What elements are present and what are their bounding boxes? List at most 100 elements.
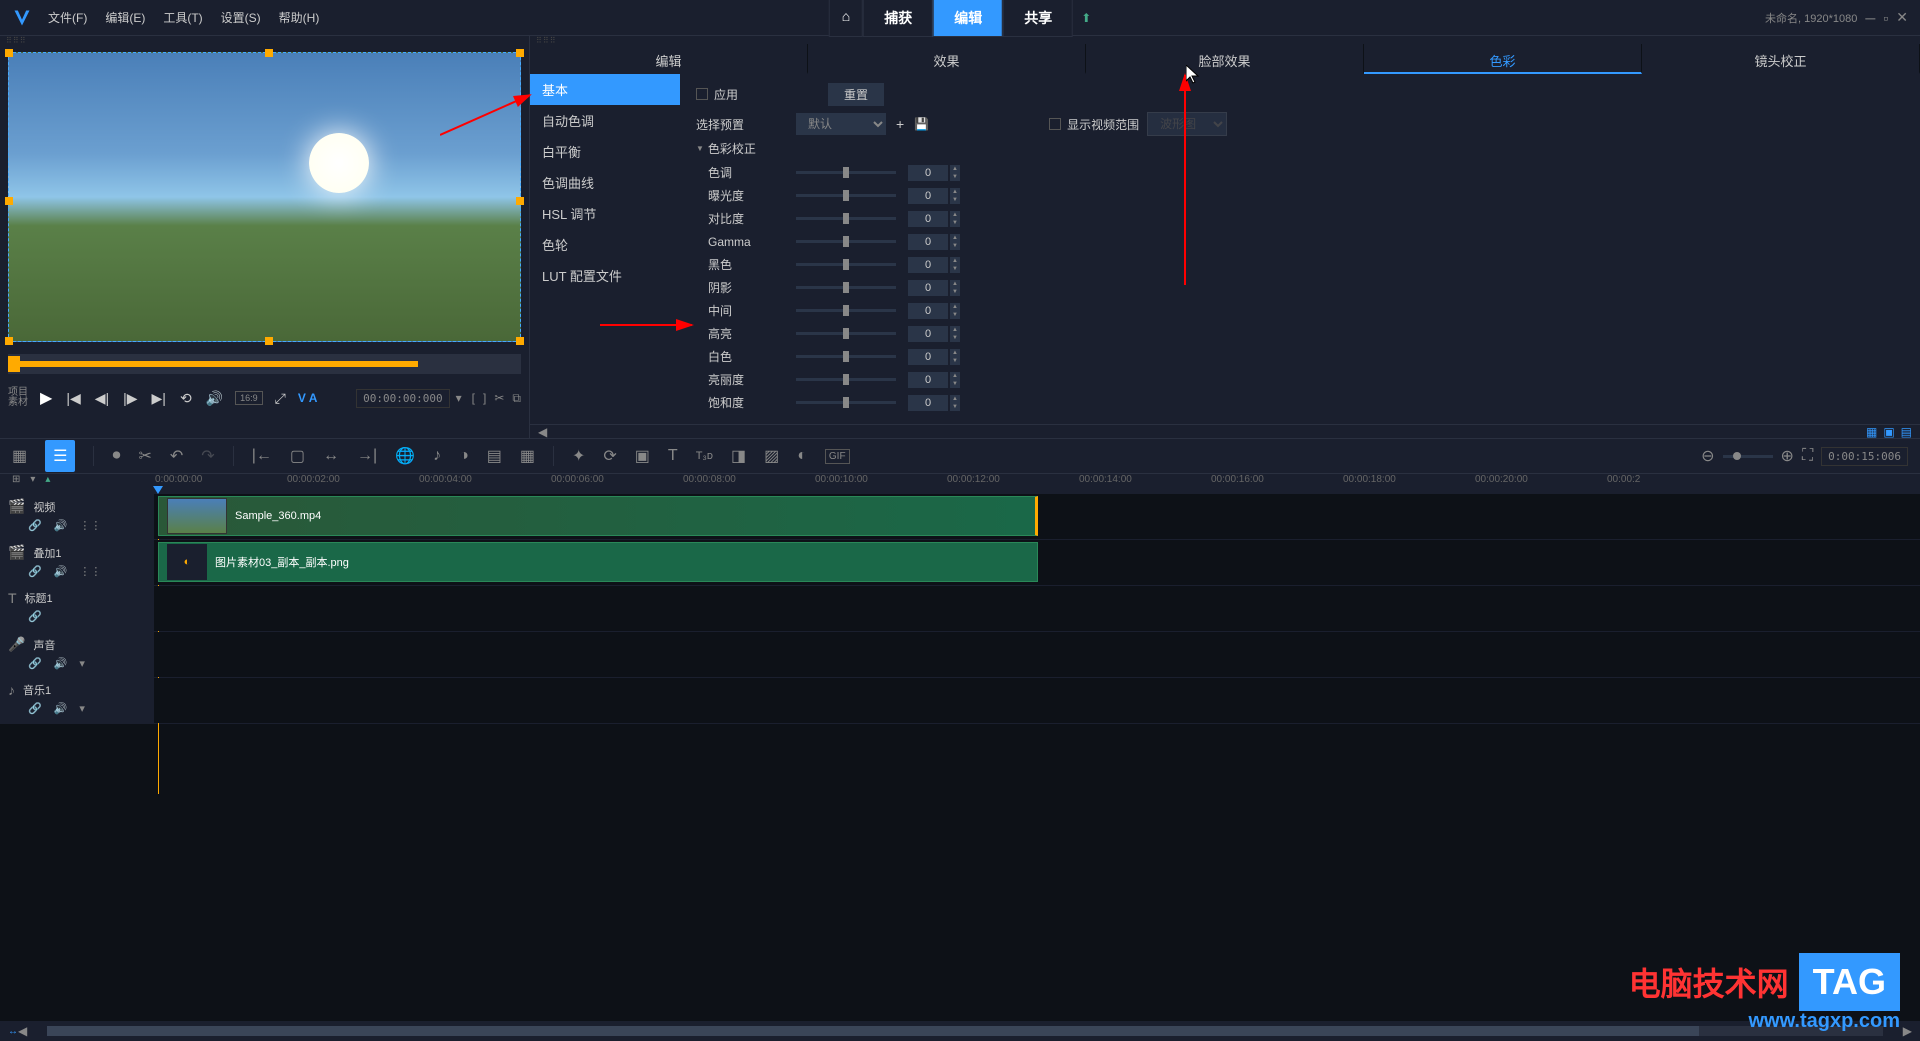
sound-track-content[interactable]	[155, 632, 1920, 677]
mid-value[interactable]: 0	[908, 303, 948, 319]
title-track-content[interactable]	[155, 586, 1920, 631]
mute-icon[interactable]: 🔊	[54, 565, 68, 578]
va-indicator[interactable]: V A	[298, 391, 318, 405]
crop-handle-mr[interactable]	[516, 197, 524, 205]
sidebar-whitebalance[interactable]: 白平衡	[530, 136, 680, 167]
highlight-slider[interactable]	[796, 332, 896, 335]
crop-handle-bm[interactable]	[265, 337, 273, 345]
link-icon[interactable]: 🔗	[28, 657, 42, 670]
save-preset-icon[interactable]: 💾	[914, 117, 929, 131]
hue-down[interactable]: ▼	[950, 173, 960, 181]
crop-handle-br[interactable]	[516, 337, 524, 345]
white-value[interactable]: 0	[908, 349, 948, 365]
mid-slider[interactable]	[796, 309, 896, 312]
crop-icon[interactable]: ▢	[290, 446, 305, 466]
link-icon[interactable]: 🔗	[28, 519, 42, 532]
timecode-display[interactable]: 00:00:00:000	[356, 389, 449, 408]
sidebar-autotone[interactable]: 自动色调	[530, 105, 680, 136]
black-up[interactable]: ▲	[950, 257, 960, 265]
black-down[interactable]: ▼	[950, 265, 960, 273]
link-icon[interactable]: 🔗	[28, 565, 42, 578]
scroll-left-icon[interactable]: ◀	[538, 425, 547, 439]
scroll-right-button[interactable]: ▶	[1903, 1024, 1912, 1038]
hue-value[interactable]: 0	[908, 165, 948, 181]
prop-tab-lens[interactable]: 镜头校正	[1642, 44, 1920, 74]
sidebar-basic[interactable]: 基本	[530, 74, 680, 105]
timecode-dropdown[interactable]: ▾	[456, 391, 462, 405]
zoom-in-icon[interactable]: ⊕	[1781, 446, 1794, 466]
snapshot-icon[interactable]: ⧉	[512, 391, 521, 406]
gamma-up[interactable]: ▲	[950, 234, 960, 242]
white-up[interactable]: ▲	[950, 349, 960, 357]
bracket-out-icon[interactable]: ]	[483, 391, 486, 406]
highlight-up[interactable]: ▲	[950, 326, 960, 334]
sidebar-colorwheel[interactable]: 色轮	[530, 229, 680, 260]
hue-up[interactable]: ▲	[950, 165, 960, 173]
prev-frame-button[interactable]: ◀|	[89, 386, 115, 411]
saturation-value[interactable]: 0	[908, 395, 948, 411]
prop-tab-face[interactable]: 脸部效果	[1086, 44, 1364, 74]
mask-icon[interactable]: ◐	[797, 447, 807, 465]
tools-icon[interactable]: ✂	[138, 446, 151, 466]
color-icon[interactable]: ▨	[764, 446, 779, 466]
eraser-icon[interactable]: ◨	[731, 446, 746, 466]
crop-handle-tm[interactable]	[265, 49, 273, 57]
expand-icon[interactable]: ▾	[79, 657, 85, 670]
scrub-bar[interactable]	[8, 354, 521, 374]
fit-icon[interactable]: ↔	[323, 447, 339, 465]
tab-edit[interactable]: 编辑	[933, 0, 1003, 37]
scope-checkbox[interactable]	[1049, 118, 1061, 130]
hue-slider[interactable]	[796, 171, 896, 174]
next-frame-button[interactable]: |▶	[117, 386, 143, 411]
sidebar-hsl[interactable]: HSL 调节	[530, 198, 680, 229]
lock-icon[interactable]: ⋮⋮	[79, 519, 101, 532]
black-value[interactable]: 0	[908, 257, 948, 273]
mid-down[interactable]: ▼	[950, 311, 960, 319]
volume-button[interactable]: 🔊	[200, 386, 229, 411]
vibrance-down[interactable]: ▼	[950, 380, 960, 388]
storyboard-view-icon[interactable]: ▦	[12, 446, 27, 466]
layers-icon[interactable]: ▤	[487, 446, 502, 466]
exposure-down[interactable]: ▼	[950, 196, 960, 204]
scrub-handle[interactable]	[8, 356, 20, 372]
zoom-out-icon[interactable]: ⊖	[1701, 446, 1714, 466]
overlay-clip[interactable]: ◐ 图片素材03_副本_副本.png	[158, 542, 1038, 582]
drag-handle[interactable]: ⠿⠿⠿	[530, 36, 1920, 44]
music-icon[interactable]: ♪	[433, 447, 441, 465]
upload-icon[interactable]: ⬆	[1081, 11, 1091, 25]
overlay-track-content[interactable]: ◐ 图片素材03_副本_副本.png	[155, 540, 1920, 585]
effects-icon[interactable]: ✦	[572, 446, 585, 466]
aspect-ratio[interactable]: 16:9	[235, 391, 263, 405]
footer-icon-3[interactable]: ▤	[1901, 425, 1912, 439]
globe-icon[interactable]: 🌐	[395, 446, 415, 466]
prop-tab-color[interactable]: 色彩	[1364, 44, 1642, 74]
drag-handle[interactable]: ⠿⠿⠿	[0, 36, 529, 44]
apply-checkbox[interactable]	[696, 88, 708, 100]
rotate-icon[interactable]: ⟳	[603, 446, 616, 466]
tab-capture[interactable]: 捕获	[863, 0, 933, 37]
crop-handle-bl[interactable]	[5, 337, 13, 345]
mid-up[interactable]: ▲	[950, 303, 960, 311]
expand-up-icon[interactable]: ▴	[45, 474, 50, 485]
scrollbar-thumb[interactable]	[47, 1026, 1699, 1036]
mute-icon[interactable]: 🔊	[54, 657, 68, 670]
add-preset-button[interactable]: +	[896, 116, 904, 132]
play-button[interactable]: ▶	[34, 384, 58, 412]
sidebar-tonecurve[interactable]: 色调曲线	[530, 167, 680, 198]
horizontal-scrollbar[interactable]	[47, 1026, 1883, 1036]
saturation-slider[interactable]	[796, 401, 896, 404]
exposure-slider[interactable]	[796, 194, 896, 197]
close-button[interactable]: ✕	[1896, 9, 1908, 26]
vibrance-value[interactable]: 0	[908, 372, 948, 388]
shadow-value[interactable]: 0	[908, 280, 948, 296]
exposure-value[interactable]: 0	[908, 188, 948, 204]
mute-icon[interactable]: 🔊	[54, 519, 68, 532]
prop-tab-edit[interactable]: 编辑	[530, 44, 808, 74]
link-icon[interactable]: 🔗	[28, 702, 42, 715]
t3d-icon[interactable]: T₃ᴅ	[696, 450, 713, 462]
mute-icon[interactable]: 🔊	[54, 702, 68, 715]
gif-icon[interactable]: GIF	[825, 449, 850, 464]
loop-button[interactable]: ⟲	[174, 386, 198, 411]
text-icon[interactable]: T	[668, 447, 678, 465]
footer-icon-1[interactable]: ▦	[1866, 425, 1877, 439]
